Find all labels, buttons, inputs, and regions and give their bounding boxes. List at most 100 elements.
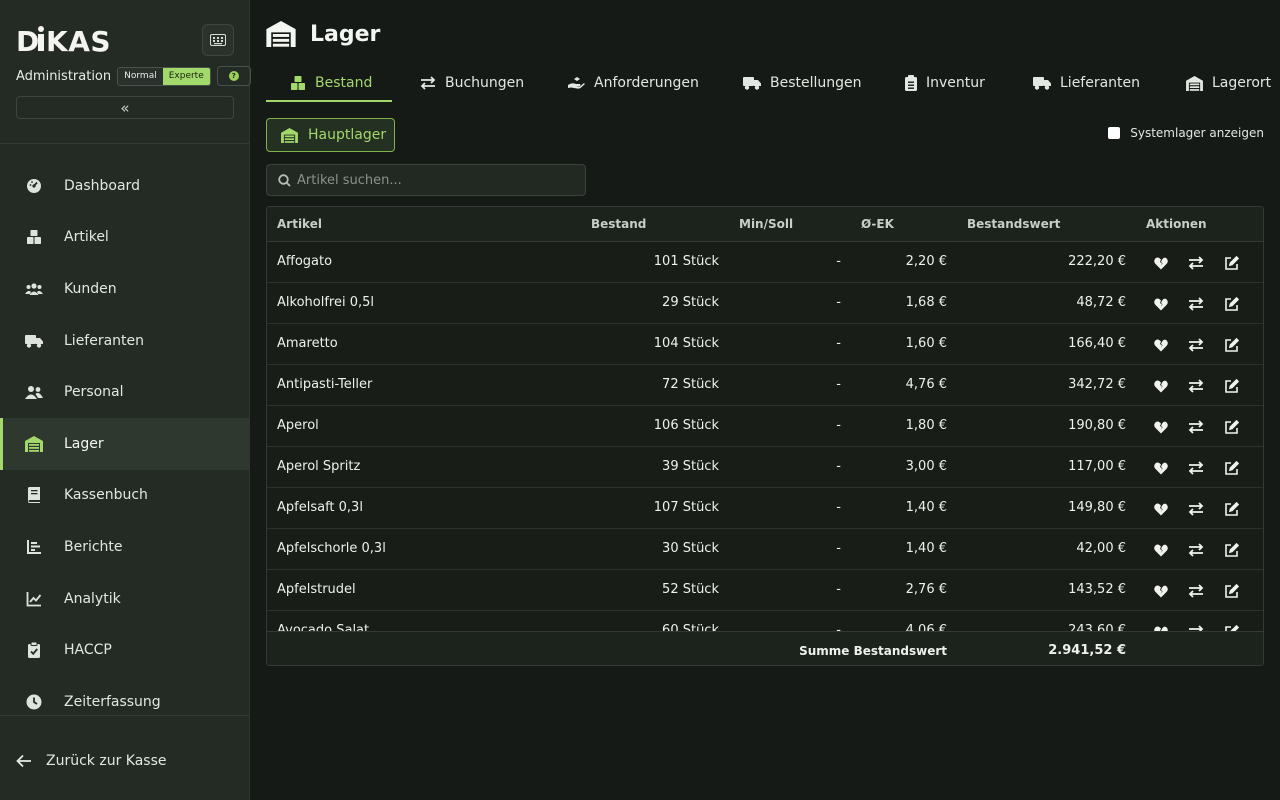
edit-button[interactable]: [1222, 377, 1240, 395]
keyboard-button[interactable]: [202, 24, 234, 56]
sidebar-item-analytik[interactable]: Analytik: [0, 573, 250, 625]
transfer-button[interactable]: [1187, 336, 1205, 354]
transfer-button[interactable]: [1187, 582, 1205, 600]
write-off-button[interactable]: [1152, 459, 1170, 477]
header-ek[interactable]: Ø-EK: [861, 217, 894, 231]
system-storage-checkbox[interactable]: [1108, 127, 1121, 139]
sidebar-item-haccp[interactable]: HACCP: [0, 624, 250, 676]
admin-label: Administration: [16, 68, 112, 84]
sidebar-item-artikel[interactable]: Artikel: [0, 212, 250, 264]
sidebar-item-zeiterfassung[interactable]: Zeiterfassung: [0, 676, 250, 715]
cell-bestand: 106 Stück: [653, 418, 719, 433]
mode-normal-button[interactable]: Normal: [118, 67, 163, 85]
tab-anforderungen[interactable]: Anforderungen: [568, 64, 699, 102]
report-chart-icon: [24, 537, 44, 557]
write-off-button[interactable]: [1152, 377, 1170, 395]
tab-label: Lieferanten: [1060, 75, 1141, 91]
write-off-button[interactable]: [1152, 418, 1170, 436]
transfer-button[interactable]: [1187, 377, 1205, 395]
back-to-register-link[interactable]: Zurück zur Kasse: [16, 751, 167, 771]
hauptlager-button[interactable]: Hauptlager: [266, 118, 395, 152]
edit-button[interactable]: [1222, 459, 1240, 477]
cell-min-soll: -: [836, 418, 841, 433]
table-row[interactable]: Apfelstrudel 52 Stück - 2,76 € 143,52 €: [267, 570, 1263, 611]
sidebar-item-lager[interactable]: Lager: [0, 417, 250, 470]
cell-ek: 1,40 €: [905, 541, 947, 556]
tab-label: Inventur: [926, 75, 985, 91]
header-bestandswert[interactable]: Bestandswert: [967, 217, 1060, 231]
arrows-exchange-icon: [1188, 543, 1204, 557]
sidebar-item-personal[interactable]: Personal: [0, 366, 250, 418]
sidebar-item-label: Lager: [64, 435, 104, 452]
edit-button[interactable]: [1222, 418, 1240, 436]
tab-buchungen[interactable]: Buchungen: [420, 64, 524, 102]
keyboard-icon: [210, 34, 226, 46]
cell-bestand: 72 Stück: [662, 377, 719, 392]
sidebar-item-dashboard[interactable]: Dashboard: [0, 160, 250, 212]
heart-crack-icon: [1154, 421, 1168, 434]
transfer-button[interactable]: [1187, 500, 1205, 518]
search-input[interactable]: [297, 172, 577, 188]
transfer-button[interactable]: [1187, 623, 1205, 631]
tab-lagerort[interactable]: Lagerort: [1186, 64, 1271, 102]
transfer-button[interactable]: [1187, 295, 1205, 313]
tab-label: Anforderungen: [594, 75, 699, 91]
tab-inventur[interactable]: Inventur: [905, 64, 985, 102]
write-off-button[interactable]: [1152, 541, 1170, 559]
transfer-button[interactable]: [1187, 254, 1205, 272]
transfer-button[interactable]: [1187, 459, 1205, 477]
table-row[interactable]: Avocado Salat 60 Stück - 4,06 € 243,60 €: [267, 611, 1263, 631]
tab-bestellungen[interactable]: Bestellungen: [743, 64, 862, 102]
header-bestand[interactable]: Bestand: [591, 217, 646, 231]
edit-button[interactable]: [1222, 295, 1240, 313]
system-storage-toggle[interactable]: Systemlager anzeigen: [1108, 126, 1264, 140]
table-row[interactable]: Alkoholfrei 0,5l 29 Stück - 1,68 € 48,72 €: [267, 283, 1263, 324]
edit-button[interactable]: [1222, 254, 1240, 272]
table-row[interactable]: Apfelsaft 0,3l 107 Stück - 1,40 € 149,80 €: [267, 488, 1263, 529]
header-artikel[interactable]: Artikel: [277, 217, 322, 231]
edit-button[interactable]: [1222, 500, 1240, 518]
collapse-sidebar-button[interactable]: «: [16, 96, 234, 119]
edit-button[interactable]: [1222, 336, 1240, 354]
edit-button[interactable]: [1222, 582, 1240, 600]
write-off-button[interactable]: [1152, 295, 1170, 313]
edit-button[interactable]: [1222, 623, 1240, 631]
tab-lieferanten[interactable]: Lieferanten: [1033, 64, 1140, 102]
row-actions: [1152, 500, 1257, 518]
clock-icon: [24, 692, 44, 712]
sidebar-item-lieferanten[interactable]: Lieferanten: [0, 315, 250, 367]
heart-crack-icon: [1154, 380, 1168, 393]
table-row[interactable]: Aperol 106 Stück - 1,80 € 190,80 €: [267, 406, 1263, 447]
tab-label: Lagerort: [1212, 75, 1272, 91]
cell-ek: 3,00 €: [905, 459, 947, 474]
edit-button[interactable]: [1222, 541, 1240, 559]
cell-min-soll: -: [836, 254, 841, 269]
table-row[interactable]: Aperol Spritz 39 Stück - 3,00 € 117,00 €: [267, 447, 1263, 488]
write-off-button[interactable]: [1152, 582, 1170, 600]
arrows-exchange-icon: [1188, 338, 1204, 352]
transfer-button[interactable]: [1187, 418, 1205, 436]
cell-bestand: 104 Stück: [653, 336, 719, 351]
sidebar-item-kassenbuch[interactable]: Kassenbuch: [0, 470, 250, 522]
table-row[interactable]: Apfelschorle 0,3l 30 Stück - 1,40 € 42,00 €: [267, 529, 1263, 570]
table-row[interactable]: Antipasti-Teller 72 Stück - 4,76 € 342,72 €: [267, 365, 1263, 406]
help-button[interactable]: ?: [216, 66, 251, 86]
write-off-button[interactable]: [1152, 254, 1170, 272]
table-row[interactable]: Affogato 101 Stück - 2,20 € 222,20 €: [267, 242, 1263, 283]
write-off-button[interactable]: [1152, 623, 1170, 631]
sidebar-item-label: Kunden: [64, 280, 117, 297]
transfer-button[interactable]: [1187, 541, 1205, 559]
sidebar-item-kunden[interactable]: Kunden: [0, 263, 250, 315]
mode-expert-button[interactable]: Experte: [162, 67, 210, 85]
header-min-soll[interactable]: Min/Soll: [739, 217, 793, 231]
cell-artikel: Aperol: [277, 418, 319, 433]
heart-crack-icon: [1154, 544, 1168, 557]
tab-bestand[interactable]: Bestand: [290, 64, 372, 102]
table-row[interactable]: Amaretto 104 Stück - 1,60 € 166,40 €: [267, 324, 1263, 365]
write-off-button[interactable]: [1152, 336, 1170, 354]
cell-min-soll: -: [836, 336, 841, 351]
cell-bestand: 39 Stück: [662, 459, 719, 474]
write-off-button[interactable]: [1152, 500, 1170, 518]
cell-artikel: Aperol Spritz: [277, 459, 361, 474]
sidebar-item-berichte[interactable]: Berichte: [0, 521, 250, 573]
